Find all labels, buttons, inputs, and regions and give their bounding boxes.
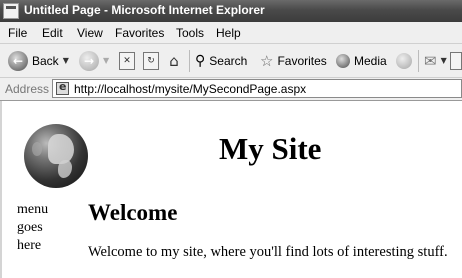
menu-favorites[interactable]: Favorites [115,26,164,40]
search-label: Search [209,53,248,68]
menu-line: menu [17,202,49,217]
menu-bar: File Edit View Favorites Tools Help [0,22,462,44]
mail-icon: ✉ [424,51,437,70]
globe-land [58,160,72,178]
back-dropdown-icon[interactable]: ▼ [63,56,69,65]
side-menu: menu goes here [17,201,67,255]
ie-page-icon [3,3,19,19]
address-bar: Address http://localhost/mysite/MySecond… [0,78,462,101]
favorites-button[interactable]: ☆ Favorites [260,44,327,77]
welcome-heading: Welcome [88,200,178,225]
title-bar: Untitled Page - Microsoft Internet Explo… [0,0,462,22]
address-label: Address [5,82,50,96]
refresh-icon: ↻ [143,51,159,70]
back-button[interactable]: ← Back ▼ [8,44,69,77]
media-label: Media [354,53,387,68]
menu-view[interactable]: View [77,26,103,40]
toolbar: ← Back ▼ → ▼ ✕ ↻ ⌂ ⚲ Search ☆ Favorites … [0,44,462,78]
star-icon: ☆ [260,51,274,70]
window-title: Untitled Page - Microsoft Internet Explo… [24,3,265,17]
menu-line: here [17,238,42,253]
print-button[interactable] [450,44,462,77]
toolbar-separator [418,50,419,72]
welcome-text: Welcome to my site, where you'll find lo… [88,244,448,260]
mail-dropdown-icon[interactable]: ▼ [441,56,447,65]
menu-edit[interactable]: Edit [42,26,63,40]
menu-line: goes [17,220,43,235]
back-arrow-icon: ← [8,50,28,71]
menu-help[interactable]: Help [216,26,241,40]
page-content: My Site menu goes here Welcome Welcome t… [0,101,462,278]
home-button[interactable]: ⌂ [166,44,182,77]
page-icon [56,80,69,95]
home-icon: ⌂ [169,51,179,70]
address-field[interactable]: http://localhost/mysite/MySecondPage.asp… [52,79,462,98]
search-icon: ⚲ [195,52,206,69]
menu-tools[interactable]: Tools [176,26,204,40]
globe-logo [24,124,88,188]
mail-button[interactable]: ✉ ▼ [424,44,447,77]
forward-button[interactable]: → ▼ [79,44,109,77]
refresh-button[interactable]: ↻ [143,44,159,77]
forward-arrow-icon: → [79,50,99,71]
back-label: Back [32,53,59,68]
print-icon [450,51,462,70]
site-title: My Site [219,131,322,166]
history-icon [396,52,412,69]
media-button[interactable]: Media [336,44,387,77]
stop-button[interactable]: ✕ [119,44,135,77]
browser-window: Untitled Page - Microsoft Internet Explo… [0,0,462,278]
stop-icon: ✕ [119,51,135,70]
globe-land [48,134,74,164]
favorites-label: Favorites [277,53,327,68]
search-button[interactable]: ⚲ Search [195,44,247,77]
menu-file[interactable]: File [8,26,27,40]
media-globe-icon [336,53,350,68]
toolbar-separator [189,50,190,72]
history-button[interactable] [396,44,412,77]
address-url[interactable]: http://localhost/mysite/MySecondPage.asp… [74,82,306,96]
forward-dropdown-icon[interactable]: ▼ [103,56,109,65]
globe-land [32,142,42,156]
